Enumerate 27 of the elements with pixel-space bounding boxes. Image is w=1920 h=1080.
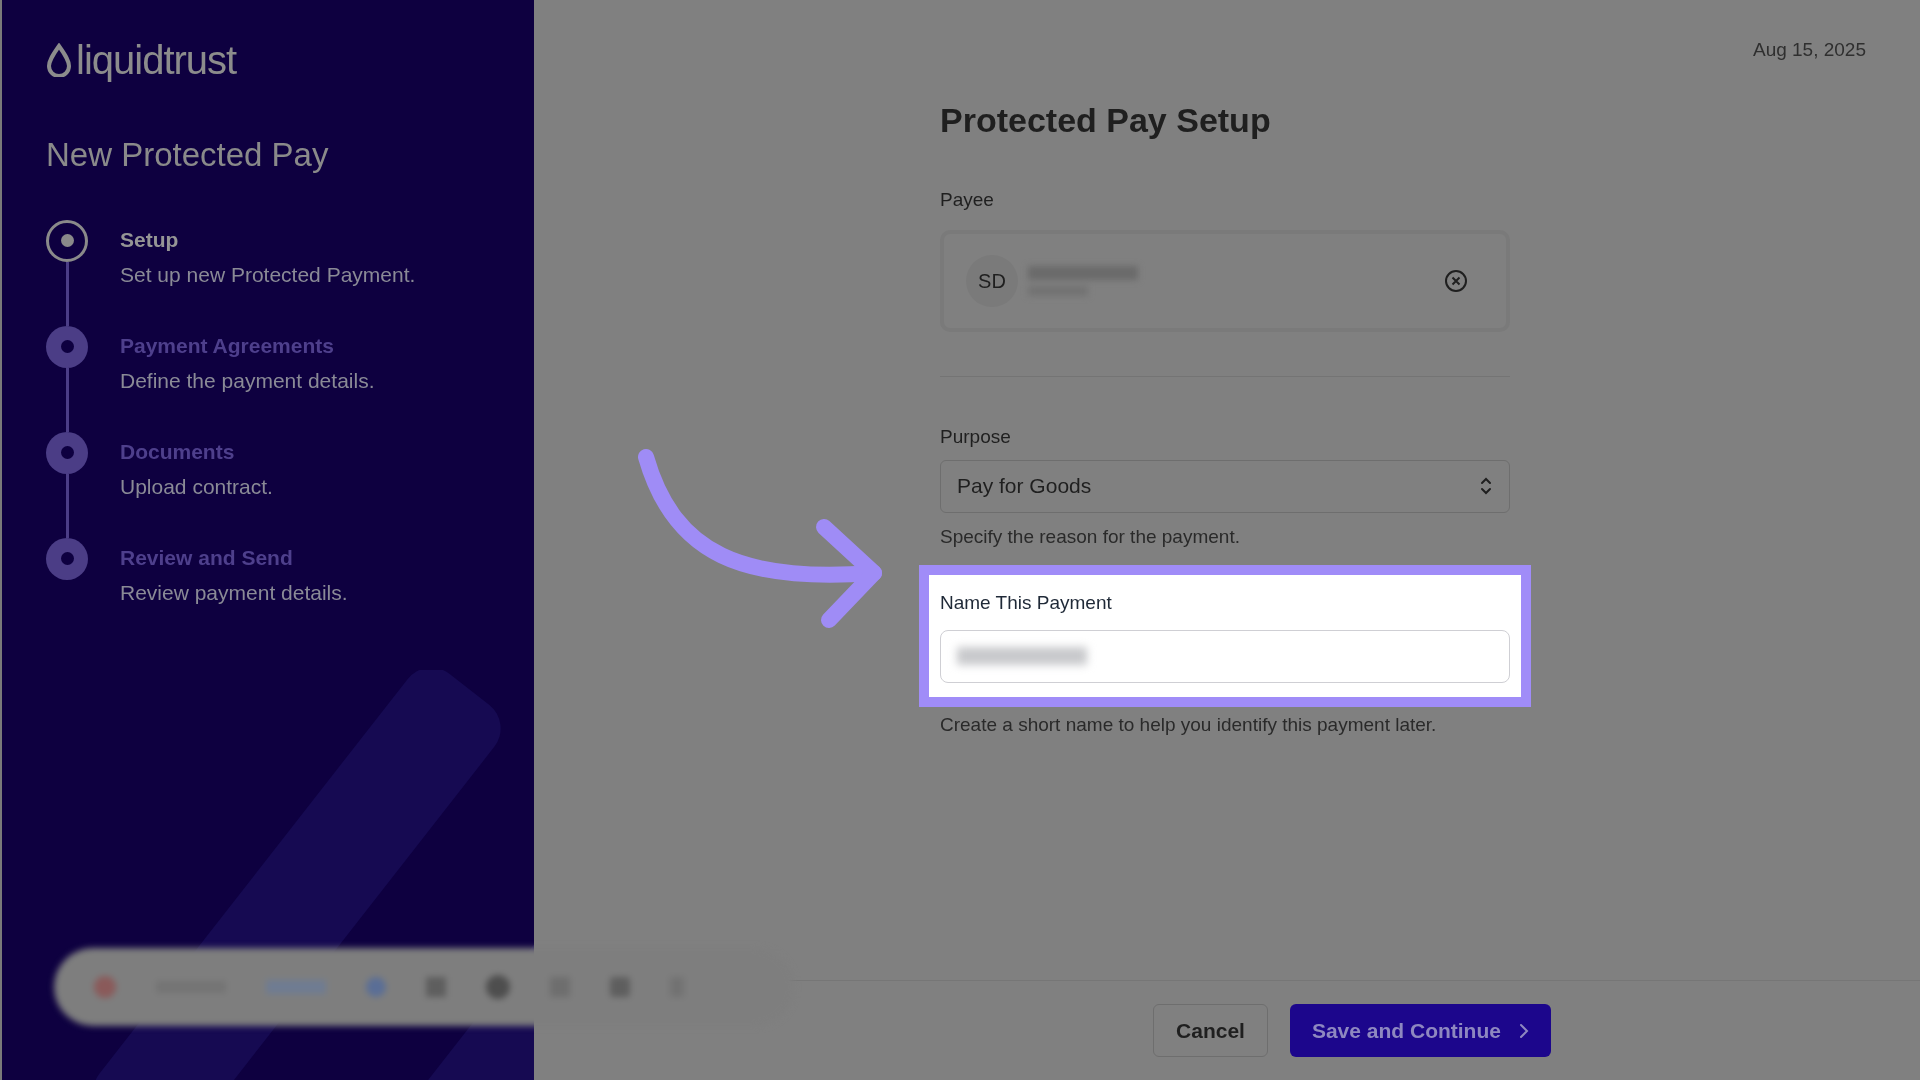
payee-label: Payee bbox=[940, 187, 995, 212]
name-label: Name This Payment bbox=[940, 591, 1113, 615]
chevron-up-down-icon bbox=[1479, 475, 1493, 497]
step-description: Set up new Protected Payment. bbox=[120, 262, 416, 288]
chevron-right-icon bbox=[1518, 1022, 1529, 1039]
date-text: Aug 15, 2025 bbox=[1752, 38, 1866, 62]
brand-logo-text: liquidtrust bbox=[76, 40, 237, 80]
name-hint: Create a short name to help you identify this payment later. bbox=[940, 712, 1438, 737]
purpose-value: Pay for Goods bbox=[957, 473, 1092, 500]
purpose-label: Purpose bbox=[940, 425, 1012, 449]
step-description: Review payment details. bbox=[120, 580, 348, 606]
avatar-initials: SD bbox=[978, 269, 1006, 294]
purpose-select[interactable]: Pay for Goods bbox=[940, 459, 1510, 513]
step-title[interactable]: Review and Send bbox=[120, 541, 348, 573]
clear-icon[interactable] bbox=[1444, 269, 1468, 293]
step-title[interactable]: Documents bbox=[120, 435, 273, 467]
sidebar-title: New Protected Pay bbox=[46, 135, 330, 175]
cancel-button[interactable]: Cancel bbox=[1153, 1004, 1268, 1057]
step-description: Define the payment details. bbox=[120, 368, 375, 394]
step-title[interactable]: Setup bbox=[120, 223, 416, 255]
droplet-logo-icon bbox=[46, 43, 72, 77]
form-title: Protected Pay Setup bbox=[940, 99, 1272, 141]
save-continue-button[interactable]: Save and Continue bbox=[1289, 1004, 1551, 1057]
purpose-hint: Specify the reason for the payment. bbox=[940, 524, 1241, 549]
step-description: Upload contract. bbox=[120, 474, 273, 500]
step-title[interactable]: Payment Agreements bbox=[120, 329, 375, 361]
payment-name-field[interactable] bbox=[940, 629, 1510, 683]
